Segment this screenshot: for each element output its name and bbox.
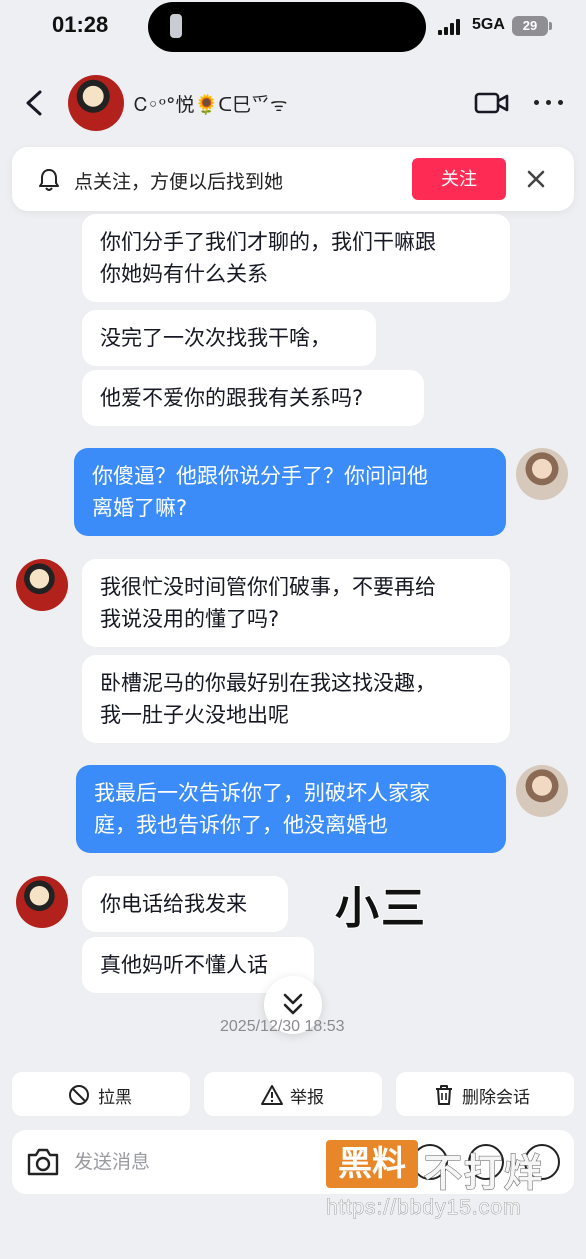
my-avatar[interactable] (516, 765, 568, 817)
delete-conversation-label: 删除会话 (462, 1088, 530, 1108)
my-avatar[interactable] (516, 448, 568, 500)
warning-icon (261, 1085, 283, 1105)
block-label: 拉黑 (98, 1088, 132, 1108)
bell-icon (39, 169, 59, 191)
status-bar: 01:28 5GA 29 (0, 0, 586, 58)
report-label: 举报 (290, 1088, 324, 1108)
close-icon[interactable] (527, 170, 545, 188)
network-type: 5GA (472, 16, 505, 33)
message-bubble[interactable]: 你们分手了我们才聊的，我们干嘛跟 你她妈有什么关系 (82, 214, 510, 302)
chat-header: Ꮯ◦ᵒ°悦🌻ᑕ巳⺤ᯤ (0, 68, 586, 138)
message-timestamp: 2025/12/30 18:53 (220, 1018, 345, 1035)
block-button[interactable]: 拉黑 (12, 1072, 190, 1116)
message-bubble[interactable]: 我最后一次告诉你了，别破坏人家家 庭，我也告诉你了，他没离婚也 (76, 765, 506, 853)
follow-button[interactable]: 关注 (412, 158, 506, 200)
watermark-badge: 黑料 (326, 1140, 418, 1188)
message-input[interactable] (74, 1148, 334, 1176)
watermark: 黑料 不打烊 https://bbdy15.com (326, 1140, 576, 1240)
battery-icon: 29 (512, 16, 552, 36)
trash-icon (436, 1085, 452, 1105)
message-bubble[interactable]: 卧槽泥马的你最好别在我这找没趣， 我一肚子火没地出呢 (82, 655, 510, 743)
watermark-text: 不打烊 (423, 1151, 545, 1196)
message-bubble[interactable]: 你傻逼？他跟你说分手了？你问问他 离婚了嘛? (74, 448, 506, 536)
watermark-url: https://bbdy15.com (326, 1196, 522, 1220)
message-bubble[interactable]: 你电话给我发来 (82, 876, 288, 932)
contact-avatar[interactable] (16, 559, 68, 611)
message-bubble[interactable]: 他爱不爱你的跟我有关系吗? (82, 370, 424, 426)
camera-icon[interactable] (26, 1146, 60, 1178)
more-icon[interactable] (534, 100, 564, 106)
flashlight-icon (170, 14, 182, 38)
follow-prompt-text: 点关注，方便以后找到她 (74, 171, 284, 193)
double-chevron-down-icon (283, 993, 303, 1015)
overlay-caption: 小三 (334, 882, 427, 935)
message-bubble[interactable]: 没完了一次次找我干啥， (82, 310, 376, 366)
status-time: 01:28 (52, 12, 109, 37)
dynamic-island (148, 2, 426, 52)
message-bubble[interactable]: 我很忙没时间管你们破事，不要再给 我说没用的懂了吗? (82, 559, 510, 647)
contact-name[interactable]: Ꮯ◦ᵒ°悦🌻ᑕ巳⺤ᯤ (134, 90, 287, 117)
block-icon (69, 1085, 89, 1105)
delete-conversation-button[interactable]: 删除会话 (396, 1072, 574, 1116)
back-icon[interactable] (24, 90, 44, 116)
contact-avatar[interactable] (68, 75, 124, 131)
follow-banner: 点关注，方便以后找到她 关注 (12, 147, 574, 211)
contact-avatar[interactable] (16, 876, 68, 928)
signal-icon (438, 19, 464, 35)
report-button[interactable]: 举报 (204, 1072, 382, 1116)
video-call-icon[interactable] (474, 92, 510, 114)
